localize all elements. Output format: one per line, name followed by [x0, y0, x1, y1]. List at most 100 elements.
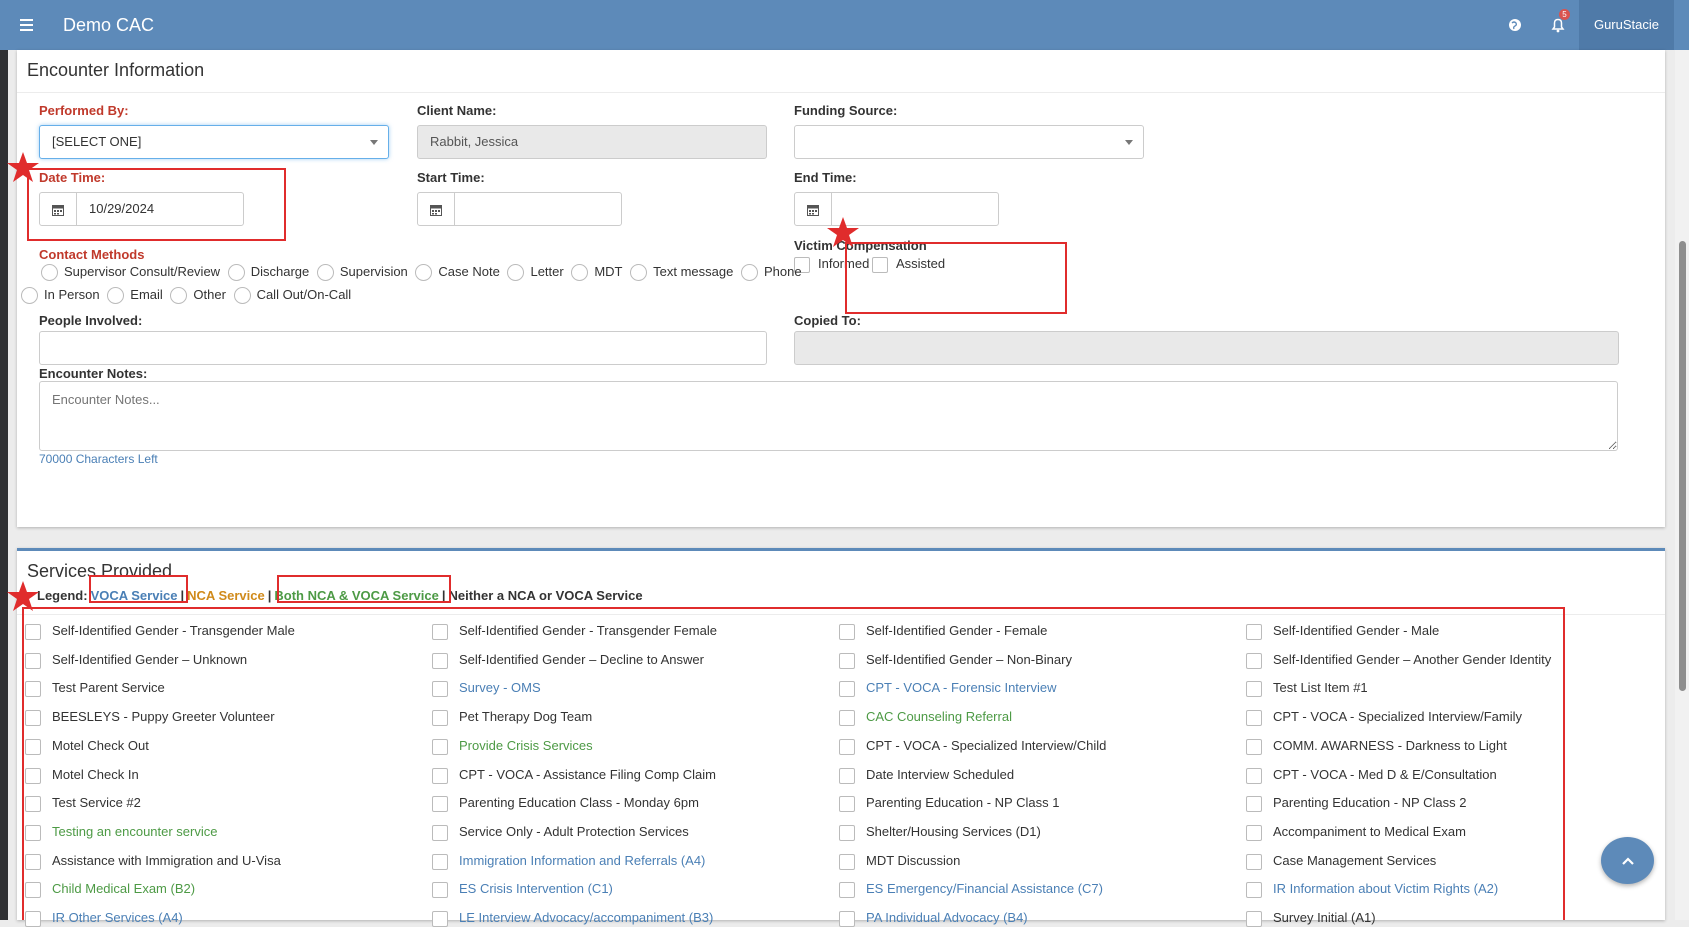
checkbox-box[interactable]: [432, 824, 448, 841]
checkbox-box[interactable]: [432, 910, 448, 927]
service-checkbox-item[interactable]: Self-Identified Gender - Transgender Mal…: [25, 622, 295, 640]
checkbox-box[interactable]: [1246, 767, 1262, 784]
contact-method-option[interactable]: Letter: [507, 264, 564, 282]
service-checkbox-item[interactable]: Self-Identified Gender – Non-Binary: [839, 651, 1072, 669]
checkbox-box[interactable]: [839, 824, 855, 841]
radio-button[interactable]: [233, 287, 251, 305]
service-checkbox-item[interactable]: Child Medical Exam (B2): [25, 880, 195, 898]
radio-button[interactable]: [107, 287, 125, 305]
checkbox-box[interactable]: [1246, 881, 1262, 898]
checkbox-box[interactable]: [839, 652, 855, 669]
checkbox-box[interactable]: [1246, 623, 1262, 640]
people-involved-input[interactable]: [39, 331, 767, 365]
checkbox-box[interactable]: [1246, 824, 1262, 841]
radio-button[interactable]: [227, 264, 245, 282]
contact-method-option[interactable]: Supervisor Consult/Review: [41, 264, 220, 282]
globe-icon[interactable]: [1504, 14, 1526, 36]
date-time-input[interactable]: 10/29/2024: [76, 192, 244, 226]
checkbox-box[interactable]: [25, 767, 41, 784]
checkbox-box[interactable]: [432, 738, 448, 755]
checkbox-box[interactable]: [25, 623, 41, 640]
checkbox-box[interactable]: [839, 853, 855, 870]
service-checkbox-item[interactable]: Self-Identified Gender - Female: [839, 622, 1047, 640]
calendar-icon[interactable]: [417, 192, 455, 226]
service-checkbox-item[interactable]: ES Crisis Intervention (C1): [432, 880, 613, 898]
service-checkbox-item[interactable]: Self-Identified Gender - Transgender Fem…: [432, 622, 717, 640]
service-checkbox-item[interactable]: Parenting Education - NP Class 1: [839, 794, 1059, 812]
contact-method-option[interactable]: In Person: [21, 287, 100, 305]
radio-button[interactable]: [316, 264, 334, 282]
checkbox-box[interactable]: [872, 256, 888, 273]
checkbox-box[interactable]: [1246, 680, 1262, 697]
checkbox-box[interactable]: [839, 795, 855, 812]
encounter-notes-textarea[interactable]: [39, 381, 1618, 451]
service-checkbox-item[interactable]: Accompaniment to Medical Exam: [1246, 823, 1466, 841]
service-checkbox-item[interactable]: Shelter/Housing Services (D1): [839, 823, 1041, 841]
scroll-to-top-button[interactable]: [1601, 837, 1654, 884]
calendar-icon[interactable]: [39, 192, 77, 226]
checkbox-box[interactable]: [432, 709, 448, 726]
contact-method-option[interactable]: MDT: [571, 264, 623, 282]
service-checkbox-item[interactable]: Service Only - Adult Protection Services: [432, 823, 689, 841]
checkbox-box[interactable]: [432, 767, 448, 784]
service-checkbox-item[interactable]: Parenting Education Class - Monday 6pm: [432, 794, 699, 812]
checkbox-box[interactable]: [1246, 910, 1262, 927]
checkbox-box[interactable]: [25, 881, 41, 898]
contact-method-option[interactable]: Case Note: [415, 264, 500, 282]
radio-button[interactable]: [21, 287, 38, 305]
contact-method-option[interactable]: Text message: [630, 264, 733, 282]
service-checkbox-item[interactable]: Test List Item #1: [1246, 679, 1368, 697]
service-checkbox-item[interactable]: Motel Check In: [25, 766, 139, 784]
service-checkbox-item[interactable]: CPT - VOCA - Assistance Filing Comp Clai…: [432, 766, 716, 784]
radio-button[interactable]: [507, 264, 525, 282]
contact-method-option[interactable]: Other: [170, 287, 226, 305]
radio-button[interactable]: [415, 264, 433, 282]
service-checkbox-item[interactable]: Self-Identified Gender – Another Gender …: [1246, 651, 1551, 669]
checkbox-box[interactable]: [1246, 652, 1262, 669]
service-checkbox-item[interactable]: IR Information about Victim Rights (A2): [1246, 880, 1498, 898]
funding-source-select[interactable]: [794, 125, 1144, 159]
service-checkbox-item[interactable]: Survey Initial (A1): [1246, 909, 1376, 927]
service-checkbox-item[interactable]: CPT - VOCA - Forensic Interview: [839, 679, 1056, 697]
radio-button[interactable]: [571, 264, 589, 282]
checkbox-box[interactable]: [25, 652, 41, 669]
service-checkbox-item[interactable]: CPT - VOCA - Specialized Interview/Famil…: [1246, 708, 1522, 726]
service-checkbox-item[interactable]: Assistance with Immigration and U-Visa: [25, 852, 281, 870]
contact-method-option[interactable]: Call Out/On-Call: [233, 287, 351, 305]
service-checkbox-item[interactable]: Immigration Information and Referrals (A…: [432, 852, 705, 870]
service-checkbox-item[interactable]: Survey - OMS: [432, 679, 541, 697]
checkbox-box[interactable]: [839, 623, 855, 640]
scrollbar-thumb[interactable]: [1679, 241, 1686, 691]
service-checkbox-item[interactable]: CPT - VOCA - Med D & E/Consultation: [1246, 766, 1497, 784]
checkbox-box[interactable]: [432, 853, 448, 870]
checkbox-box[interactable]: [1246, 709, 1262, 726]
service-checkbox-item[interactable]: COMM. AWARNESS - Darkness to Light: [1246, 737, 1507, 755]
checkbox-box[interactable]: [839, 881, 855, 898]
checkbox-box[interactable]: [1246, 738, 1262, 755]
service-checkbox-item[interactable]: Provide Crisis Services: [432, 737, 593, 755]
contact-method-option[interactable]: Supervision: [316, 264, 408, 282]
service-checkbox-item[interactable]: Date Interview Scheduled: [839, 766, 1014, 784]
checkbox-box[interactable]: [25, 709, 41, 726]
service-checkbox-item[interactable]: Test Service #2: [25, 794, 141, 812]
checkbox-box[interactable]: [839, 738, 855, 755]
user-menu[interactable]: GuruStacie: [1579, 0, 1674, 50]
service-checkbox-item[interactable]: MDT Discussion: [839, 852, 960, 870]
checkbox-box[interactable]: [839, 709, 855, 726]
service-checkbox-item[interactable]: Motel Check Out: [25, 737, 149, 755]
radio-button[interactable]: [740, 264, 758, 282]
service-checkbox-item[interactable]: BEESLEYS - Puppy Greeter Volunteer: [25, 708, 275, 726]
service-checkbox-item[interactable]: Testing an encounter service: [25, 823, 217, 841]
contact-method-option[interactable]: Discharge: [227, 264, 309, 282]
checkbox-box[interactable]: [25, 680, 41, 697]
checkbox-box[interactable]: [25, 795, 41, 812]
performed-by-select[interactable]: [SELECT ONE]: [39, 125, 389, 159]
checkbox-box[interactable]: [432, 881, 448, 898]
checkbox-box[interactable]: [432, 795, 448, 812]
service-checkbox-item[interactable]: Test Parent Service: [25, 679, 165, 697]
service-checkbox-item[interactable]: ES Emergency/Financial Assistance (C7): [839, 880, 1103, 898]
service-checkbox-item[interactable]: Case Management Services: [1246, 852, 1436, 870]
service-checkbox-item[interactable]: Pet Therapy Dog Team: [432, 708, 592, 726]
radio-button[interactable]: [170, 287, 188, 305]
checkbox-box[interactable]: [432, 623, 448, 640]
